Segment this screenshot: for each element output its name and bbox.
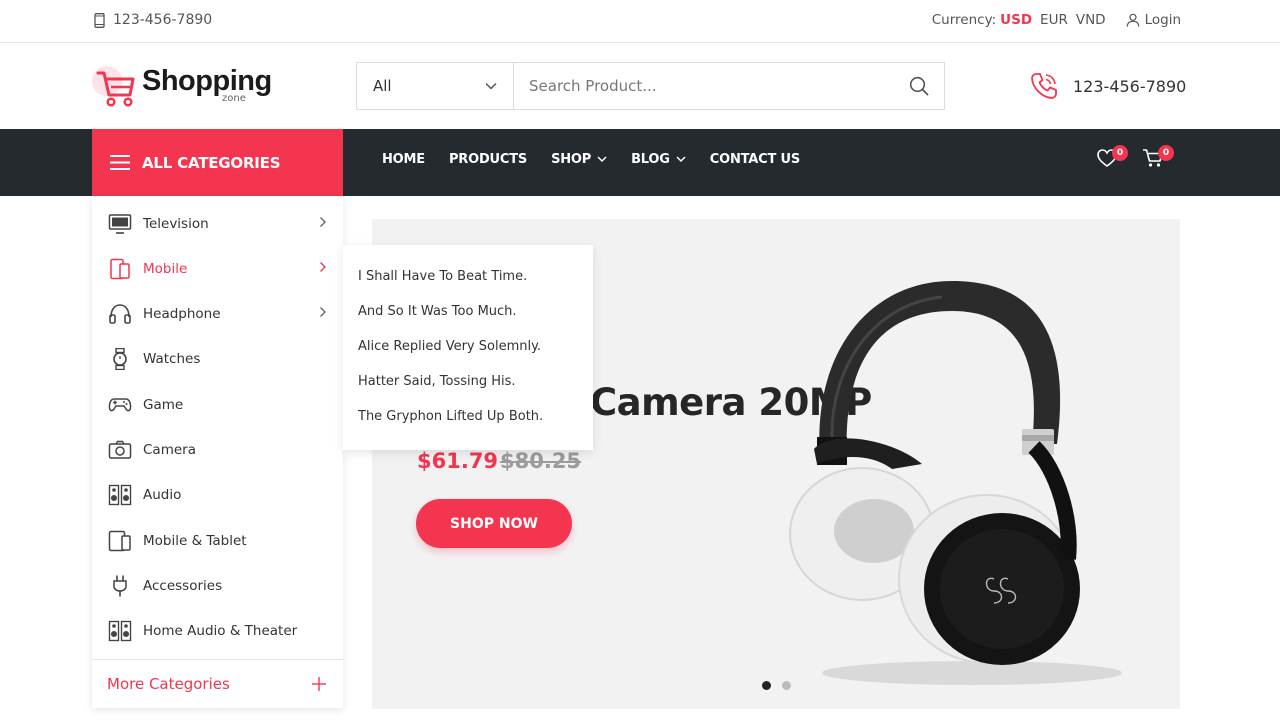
sidebar-item-label: Watches — [143, 350, 201, 367]
television-icon — [107, 213, 133, 235]
cart-button[interactable]: 0 — [1142, 145, 1174, 173]
search-category-value: All — [373, 77, 392, 95]
speaker-icon — [107, 620, 133, 642]
slider-dot-active[interactable] — [762, 681, 771, 690]
sidebar-item-television[interactable]: Television — [92, 201, 343, 246]
watch-icon — [107, 347, 133, 370]
chevron-down-icon — [485, 82, 497, 90]
sidebar-item-camera[interactable]: Camera — [92, 427, 343, 472]
shop-now-button[interactable]: SHOP NOW — [416, 499, 572, 548]
cart-count-badge: 0 — [1158, 145, 1174, 161]
menu-icon — [110, 155, 130, 170]
sidebar-item-label: Game — [143, 396, 184, 413]
cart-logo-icon — [96, 71, 135, 107]
sidebar-item-accessories[interactable]: Accessories — [92, 563, 343, 608]
top-phone[interactable]: 123-456-7890 — [94, 12, 212, 28]
wishlist-button[interactable]: 0 — [1096, 145, 1128, 173]
headphone-product-image — [789, 281, 1122, 685]
sidebar-item-watches[interactable]: Watches — [92, 336, 343, 381]
search-input[interactable] — [514, 63, 894, 109]
logo[interactable]: Shopping zone — [92, 63, 282, 113]
search-icon — [909, 76, 929, 96]
hero-price-old: $80.25 — [500, 449, 582, 473]
nav-contact-us[interactable]: CONTACT US — [710, 152, 800, 167]
plug-icon — [107, 575, 133, 597]
more-categories-button[interactable]: More Categories — [92, 659, 343, 708]
headphone-icon — [107, 303, 133, 325]
currency-label: Currency: — [931, 12, 997, 28]
top-phone-number: 123-456-7890 — [113, 12, 213, 28]
sidebar-item-home-audio-theater[interactable]: Home Audio & Theater — [92, 608, 343, 653]
chevron-right-icon — [320, 217, 326, 227]
slider-dots — [762, 681, 802, 690]
chevron-down-icon — [676, 156, 686, 163]
all-categories-button[interactable]: ALL CATEGORIES — [92, 129, 343, 196]
sidebar-item-mobile[interactable]: Mobile — [92, 246, 343, 291]
login-link[interactable]: Login — [1126, 12, 1181, 28]
chevron-right-icon — [320, 262, 326, 272]
nav-blog[interactable]: BLOG — [631, 152, 686, 167]
phone-call-icon — [1031, 73, 1057, 99]
gamepad-icon — [107, 394, 133, 416]
nav-contact-label: CONTACT US — [709, 152, 800, 167]
sidebar-item-label: Mobile & Tablet — [143, 532, 247, 549]
all-categories-label: ALL CATEGORIES — [142, 153, 281, 172]
sidebar-item-label: Home Audio & Theater — [143, 622, 298, 639]
nav-icons: 0 0 — [1096, 145, 1188, 173]
currency-vnd[interactable]: VND — [1076, 12, 1106, 28]
sidebar-item-audio[interactable]: Audio — [92, 472, 343, 517]
submenu-item[interactable]: I Shall Have To Beat Time. — [358, 269, 527, 284]
submenu-item[interactable]: Alice Replied Very Solemnly. — [358, 339, 541, 354]
sidebar-item-game[interactable]: Game — [92, 382, 343, 427]
sidebar-item-headphone[interactable]: Headphone — [92, 291, 343, 336]
sidebar-item-label: Audio — [143, 486, 182, 503]
plus-icon — [312, 677, 326, 691]
more-categories-label: More Categories — [107, 675, 230, 693]
mobile-submenu: I Shall Have To Beat Time. And So It Was… — [343, 245, 593, 450]
sidebar-item-label: Accessories — [143, 577, 223, 594]
sidebar-item-mobile-tablet[interactable]: Mobile & Tablet — [92, 518, 343, 563]
search-button[interactable] — [894, 63, 944, 109]
top-bar: 123-456-7890 Currency: USD EUR VND Login — [0, 0, 1280, 43]
submenu-item[interactable]: Hatter Said, Tossing His. — [358, 374, 516, 389]
nav-products[interactable]: PRODUCTS — [449, 152, 527, 167]
user-icon — [1126, 13, 1139, 27]
main-menu: HOME PRODUCTS SHOP BLOG CONTACT US — [382, 152, 824, 167]
top-right: Currency: USD EUR VND Login — [932, 12, 1181, 28]
phone-icon — [94, 12, 105, 28]
mobile-icon — [107, 258, 133, 280]
sidebar-item-label: Television — [143, 215, 209, 232]
logo-text: Shopping — [142, 65, 272, 97]
search-bar: All — [356, 62, 945, 110]
wishlist-count-badge: 0 — [1112, 145, 1128, 161]
nav-blog-label: BLOG — [631, 152, 670, 167]
header-phone-number: 123-456-7890 — [1073, 76, 1187, 96]
currency-eur[interactable]: EUR — [1040, 12, 1068, 28]
logo-subtext: zone — [222, 93, 246, 104]
chevron-down-icon — [597, 156, 607, 163]
sidebar-item-label: Mobile — [143, 260, 188, 277]
nav-home[interactable]: HOME — [382, 152, 425, 167]
chevron-right-icon — [320, 307, 326, 317]
speaker-icon — [107, 484, 133, 506]
camera-icon — [107, 439, 133, 461]
tablet-icon — [107, 530, 133, 552]
login-label: Login — [1144, 12, 1181, 28]
header-phone[interactable]: 123-456-7890 — [1028, 70, 1186, 102]
submenu-item[interactable]: And So It Was Too Much. — [358, 304, 517, 319]
currency-usd[interactable]: USD — [1000, 12, 1032, 28]
hero-price-new: $61.79 — [417, 449, 499, 473]
slider-dot[interactable] — [782, 681, 791, 690]
nav-shop[interactable]: SHOP — [551, 152, 607, 167]
sidebar-item-label: Camera — [143, 441, 196, 458]
category-sidebar: Television Mobile Headphone Watches Game… — [92, 196, 343, 708]
nav-products-label: PRODUCTS — [448, 152, 528, 167]
submenu-item[interactable]: The Gryphon Lifted Up Both. — [358, 409, 543, 424]
search-category-select[interactable]: All — [357, 63, 514, 109]
nav-home-label: HOME — [382, 152, 425, 167]
nav-shop-label: SHOP — [551, 152, 592, 167]
sidebar-item-label: Headphone — [143, 305, 221, 322]
